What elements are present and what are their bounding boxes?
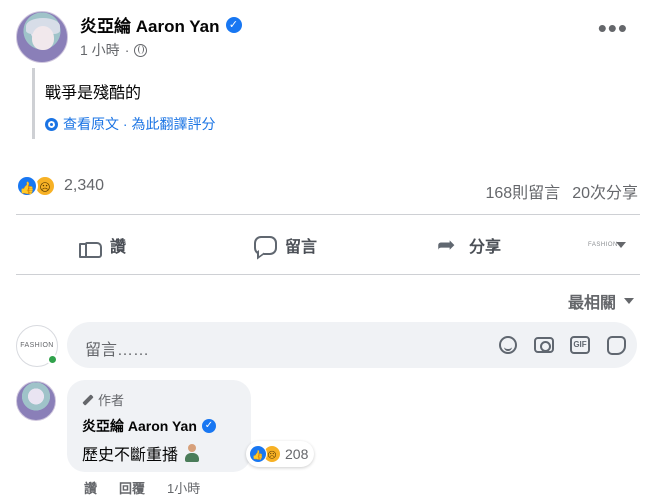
post-text: 戰爭是殘酷的 <box>45 85 142 102</box>
post-stats: 168則留言 20次分享 <box>485 179 638 203</box>
share-label: 分享 <box>469 239 502 256</box>
emoji-button[interactable] <box>496 334 520 356</box>
comment-icon <box>253 234 277 256</box>
person-emoji-icon <box>184 444 200 462</box>
divider <box>16 274 640 275</box>
like-icon <box>78 234 102 258</box>
comment-like-link[interactable]: 讚 <box>84 478 97 497</box>
verified-icon: ✓ <box>201 419 216 433</box>
verified-icon: ✓ <box>225 16 242 33</box>
comment-reaction-count: 208 <box>285 446 309 462</box>
translation-links-text[interactable]: 查看原文 · 為此翻譯評分 <box>63 114 215 134</box>
gear-icon <box>45 117 58 131</box>
post-time[interactable]: 1 小時 <box>80 40 120 60</box>
comment-text: 歷史不斷重播 <box>82 441 200 465</box>
comment-button[interactable]: 留言 <box>253 230 317 260</box>
sticker-button[interactable] <box>604 334 628 356</box>
camera-icon <box>534 337 554 353</box>
comment-author-name[interactable]: 炎亞綸 Aaron Yan <box>82 416 197 436</box>
page-selector[interactable]: FASHION <box>588 238 626 252</box>
comment-text-body: 歷史不斷重播 <box>82 447 179 464</box>
pen-icon <box>82 393 94 406</box>
comment-time[interactable]: 1小時 <box>167 478 200 497</box>
quote-bar <box>32 68 35 139</box>
like-label: 讚 <box>110 239 127 256</box>
photo-button[interactable] <box>532 334 556 356</box>
comment-input-placeholder[interactable]: 留言…… <box>85 336 149 360</box>
comment-sort[interactable]: 最相關 <box>568 289 634 313</box>
smile-icon <box>499 336 517 354</box>
comment-author[interactable]: 炎亞綸 Aaron Yan ✓ <box>82 416 216 436</box>
divider <box>16 214 640 215</box>
comment-label: 留言 <box>285 239 318 256</box>
composer-tools: GIF <box>496 334 628 356</box>
share-count[interactable]: 20次分享 <box>572 179 638 203</box>
sort-label: 最相關 <box>567 295 616 312</box>
comment-actions: 讚 回覆 1小時 <box>84 478 200 497</box>
gif-icon: GIF <box>570 336 590 354</box>
page-avatar: FASHION <box>588 242 618 248</box>
comment-reply-link[interactable]: 回覆 <box>119 478 145 497</box>
author-badge: 作者 <box>82 390 124 409</box>
comment-reactions[interactable]: 👍 ☹ 208 <box>246 441 315 467</box>
reactions-summary[interactable]: 👍 ☹ 2,340 <box>16 175 104 197</box>
comment-author-avatar[interactable] <box>16 381 56 421</box>
post-author[interactable]: 炎亞綸 Aaron Yan ✓ <box>80 12 242 37</box>
like-reaction-icon: 👍 <box>16 175 38 197</box>
reaction-count[interactable]: 2,340 <box>64 177 104 195</box>
more-icon[interactable]: ••• <box>598 15 628 41</box>
online-status-dot <box>47 354 58 365</box>
post-author-name[interactable]: 炎亞綸 Aaron Yan <box>80 12 220 37</box>
sticker-icon <box>606 335 626 355</box>
like-button[interactable]: 讚 <box>78 230 126 260</box>
chevron-down-icon <box>616 242 626 248</box>
comment-count[interactable]: 168則留言 <box>485 179 560 203</box>
post-meta: 1 小時 · <box>80 40 148 60</box>
like-reaction-icon: 👍 <box>249 445 267 463</box>
chevron-down-icon <box>624 298 634 304</box>
gif-button[interactable]: GIF <box>568 334 592 356</box>
author-avatar[interactable] <box>16 11 68 63</box>
share-icon: ➦ <box>437 232 456 257</box>
author-badge-label: 作者 <box>98 393 125 408</box>
share-button[interactable]: ➦ 分享 <box>437 230 501 260</box>
translation-links[interactable]: 查看原文 · 為此翻譯評分 <box>45 114 215 134</box>
globe-icon <box>134 43 148 57</box>
